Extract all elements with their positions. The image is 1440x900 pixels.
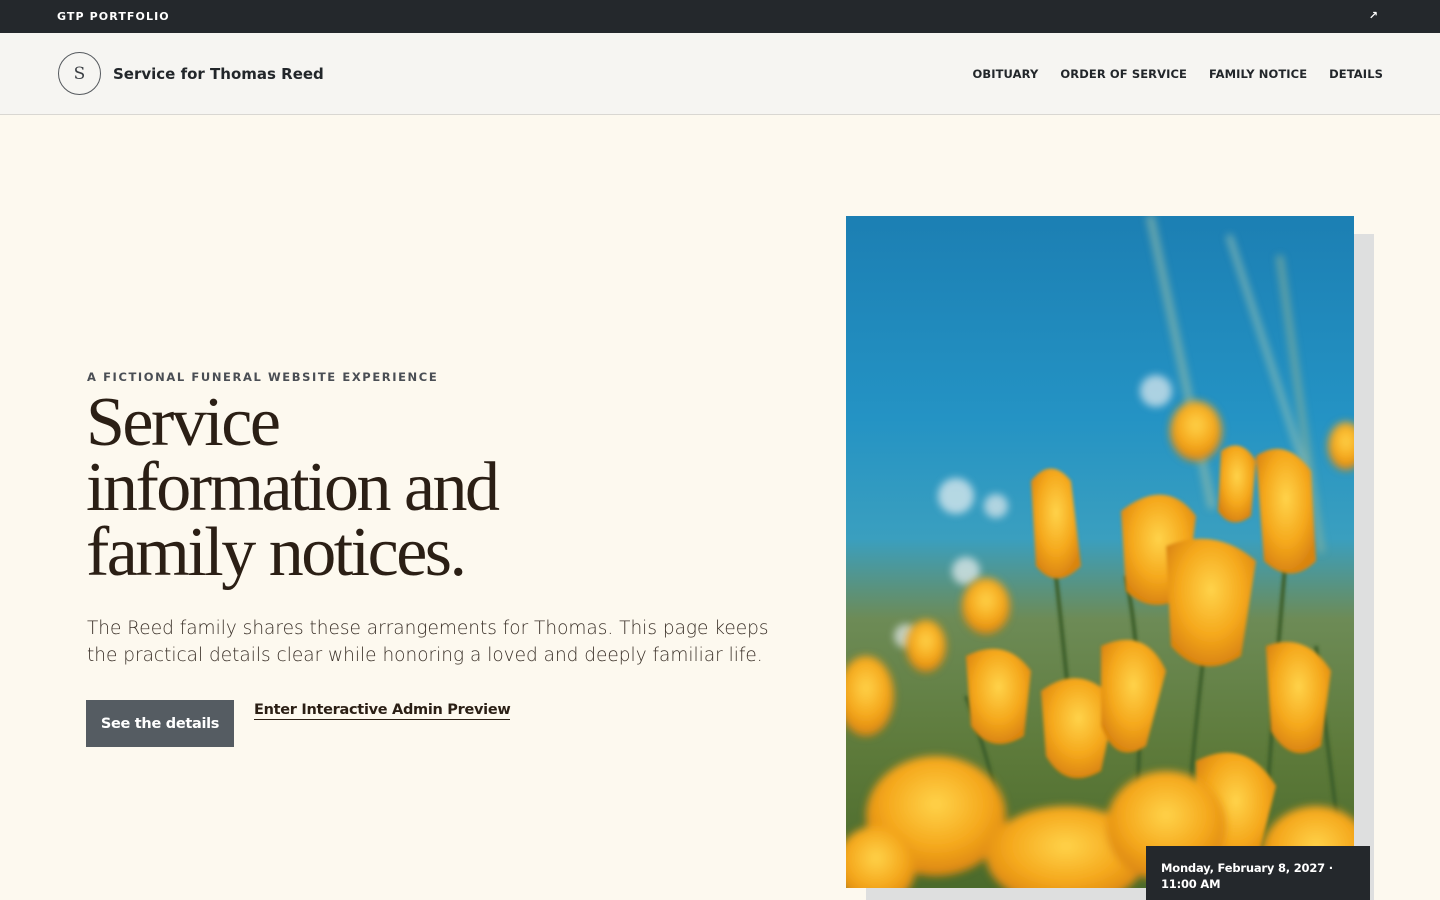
hero-eyebrow: A FICTIONAL FUNERAL WEBSITE EXPERIENCE	[87, 370, 439, 384]
nav-details[interactable]: DETAILS	[1329, 67, 1383, 81]
service-time: 11:00 AM	[1161, 877, 1221, 891]
nav-order-of-service[interactable]: ORDER OF SERVICE	[1060, 67, 1187, 81]
site-title[interactable]: Service for Thomas Reed	[113, 65, 324, 83]
main-nav: OBITUARY ORDER OF SERVICE FAMILY NOTICE …	[972, 67, 1383, 81]
lede-line: the practical details clear while honori…	[87, 645, 763, 666]
portfolio-brand[interactable]: GTP PORTFOLIO	[57, 10, 170, 23]
external-link-icon[interactable]: ↗	[1369, 9, 1378, 22]
nav-obituary[interactable]: OBITUARY	[972, 67, 1038, 81]
service-date-card: Monday, February 8, 2027 · 11:00 AM	[1146, 846, 1370, 900]
service-date: Monday, February 8, 2027 ·	[1161, 861, 1333, 875]
hero-lede: The Reed family shares these arrangement…	[87, 615, 777, 669]
poppies-illustration	[846, 216, 1354, 888]
site-header: S Service for Thomas Reed OBITUARY ORDER…	[0, 33, 1440, 115]
top-bar: GTP PORTFOLIO ↗	[0, 0, 1440, 33]
nav-family-notice[interactable]: FAMILY NOTICE	[1209, 67, 1307, 81]
hero-headline: Service information and family notices.	[86, 388, 786, 588]
admin-preview-link[interactable]: Enter Interactive Admin Preview	[254, 702, 511, 720]
see-details-button[interactable]: See the details	[86, 700, 234, 747]
lede-line: The Reed family shares these arrangement…	[87, 618, 769, 639]
orange-poppies-photo	[846, 216, 1354, 888]
headline-line: family notices.	[86, 514, 467, 591]
monogram-logo[interactable]: S	[58, 52, 101, 95]
